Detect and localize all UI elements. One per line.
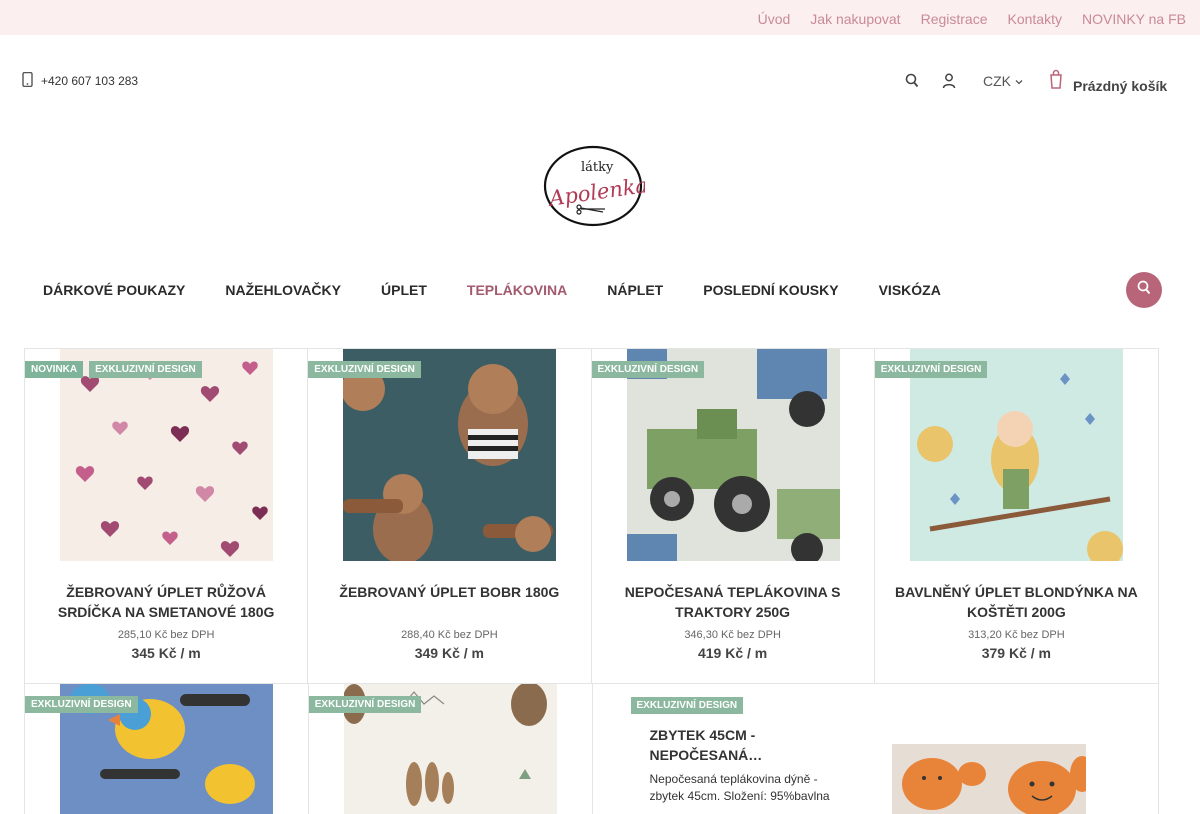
product-price-net: 313,20 Kč bez DPH — [968, 629, 1065, 641]
product-image-pumpkins[interactable] — [891, 744, 1086, 814]
product-title[interactable]: BAVLNĚNÝ ÚPLET BLONDÝNKA NA KOŠTĚTI 200G — [891, 582, 1142, 622]
site-logo[interactable]: látky Apolenka — [541, 143, 649, 229]
product-image-beaver[interactable] — [343, 349, 557, 561]
phone-icon — [22, 71, 33, 90]
top-link-novinky-fb[interactable]: NOVINKY na FB — [1082, 11, 1186, 27]
product-title[interactable]: NEPOČESANÁ TEPLÁKOVINA S TRAKTORY 250G — [608, 582, 858, 622]
product-price: 419 Kč / m — [697, 645, 768, 661]
product-image-tractors[interactable] — [626, 349, 840, 561]
product-price: 349 Kč / m — [414, 645, 484, 661]
svg-text:Apolenka: Apolenka — [546, 173, 645, 211]
currency-select[interactable]: CZK — [983, 73, 1023, 89]
product-card[interactable]: EXKLUZIVNÍ DESIGN — [308, 684, 593, 814]
search-icon[interactable] — [900, 69, 924, 93]
badge-exkluzivni: EXKLUZIVNÍ DESIGN — [308, 361, 421, 378]
badge-group: EXKLUZIVNÍ DESIGN — [25, 696, 138, 713]
badge-exkluzivni: EXKLUZIVNÍ DESIGN — [630, 697, 744, 714]
badge-group: EXKLUZIVNÍ DESIGN — [308, 361, 421, 378]
featured-product-card[interactable]: EXKLUZIVNÍ DESIGN ZBYTEK 45CM - NEPOČESA… — [593, 684, 1161, 814]
product-row: EXKLUZIVNÍ DESIGN EXKLUZIVNÍ DESIGN EXKL… — [24, 684, 1159, 814]
product-row: NOVINKA EXKLUZIVNÍ DESIGN ŽEBROVANÝ ÚPLE… — [24, 348, 1159, 684]
user-icon[interactable] — [937, 69, 961, 93]
product-price: 345 Kč / m — [131, 645, 201, 661]
nav-item-uplet[interactable]: ÚPLET — [381, 282, 427, 298]
top-link-kontakty[interactable]: Kontakty — [1008, 11, 1062, 27]
product-price-net: 285,10 Kč bez DPH — [117, 629, 215, 641]
product-card[interactable]: EXKLUZIVNÍ DESIGN NEPOČESANÁ TEPLÁKOVINA… — [591, 349, 875, 683]
product-card[interactable]: EXKLUZIVNÍ DESIGN — [25, 684, 309, 814]
currency-value: CZK — [983, 73, 1011, 89]
cart-button[interactable]: Prázdný košík — [1049, 68, 1167, 94]
badge-group: NOVINKA EXKLUZIVNÍ DESIGN — [25, 361, 202, 378]
main-nav: DÁRKOVÉ POUKAZY NAŽEHLOVAČKY ÚPLET TEPLÁ… — [43, 282, 941, 298]
top-link-registrace[interactable]: Registrace — [921, 11, 988, 27]
product-image-witch[interactable] — [909, 349, 1123, 561]
nav-item-naplet[interactable]: NÁPLET — [607, 282, 663, 298]
nav-item-nazehlovacky[interactable]: NAŽEHLOVAČKY — [225, 282, 341, 298]
top-link-jak-nakupovat[interactable]: Jak nakupovat — [810, 11, 900, 27]
product-image-hearts[interactable] — [60, 349, 273, 561]
product-card[interactable]: NOVINKA EXKLUZIVNÍ DESIGN ŽEBROVANÝ ÚPLE… — [25, 349, 309, 683]
nav-item-darkove-poukazy[interactable]: DÁRKOVÉ POUKAZY — [43, 282, 185, 298]
product-price-net: 288,40 Kč bez DPH — [401, 629, 498, 641]
nav-item-posledni-kousky[interactable]: POSLEDNÍ KOUSKY — [703, 282, 838, 298]
chevron-down-icon — [1015, 73, 1023, 89]
cart-icon — [1049, 69, 1063, 94]
product-price-net: 346,30 Kč bez DPH — [684, 629, 781, 641]
phone-number: +420 607 103 283 — [41, 74, 139, 88]
top-bar: Úvod Jak nakupovat Registrace Kontakty N… — [0, 0, 1200, 35]
product-title[interactable]: ŽEBROVANÝ ÚPLET RŮŽOVÁ SRDÍČKA NA SMETAN… — [41, 582, 291, 622]
nav-item-teplakovina[interactable]: TEPLÁKOVINA — [467, 282, 567, 298]
cart-label: Prázdný košík — [1073, 78, 1168, 94]
badge-exkluzivni: EXKLUZIVNÍ DESIGN — [308, 696, 422, 713]
search-icon — [1137, 280, 1151, 301]
badge-exkluzivni: EXKLUZIVNÍ DESIGN — [25, 696, 138, 713]
product-card[interactable]: EXKLUZIVNÍ DESIGN ŽEBROVANÝ ÚPLET BOBR 1… — [308, 349, 592, 683]
badge-group: EXKLUZIVNÍ DESIGN — [308, 696, 422, 713]
product-price: 379 Kč / m — [981, 645, 1051, 661]
phone-contact[interactable]: +420 607 103 283 — [22, 71, 139, 90]
badge-group: EXKLUZIVNÍ DESIGN — [591, 361, 705, 378]
svg-text:látky: látky — [581, 160, 614, 175]
badge-exkluzivni: EXKLUZIVNÍ DESIGN — [591, 361, 705, 378]
badge-exkluzivni: EXKLUZIVNÍ DESIGN — [89, 361, 202, 378]
badge-group: EXKLUZIVNÍ DESIGN — [874, 361, 988, 378]
top-links: Úvod Jak nakupovat Registrace Kontakty N… — [758, 11, 1186, 27]
product-card[interactable]: EXKLUZIVNÍ DESIGN BAVLNĚNÝ ÚPLET BLONDÝN… — [874, 349, 1158, 683]
product-title[interactable]: ŽEBROVANÝ ÚPLET BOBR 180G — [324, 582, 574, 602]
header-actions: CZK Prázdný košík — [900, 68, 1167, 94]
nav-search-button[interactable] — [1126, 272, 1162, 308]
top-link-uvod[interactable]: Úvod — [758, 11, 791, 27]
badge-novinka: NOVINKA — [25, 361, 84, 378]
featured-product-title[interactable]: ZBYTEK 45CM - NEPOČESANÁ… — [650, 725, 850, 765]
nav-item-viskoza[interactable]: VISKÓZA — [879, 282, 941, 298]
badge-exkluzivni: EXKLUZIVNÍ DESIGN — [874, 361, 988, 378]
